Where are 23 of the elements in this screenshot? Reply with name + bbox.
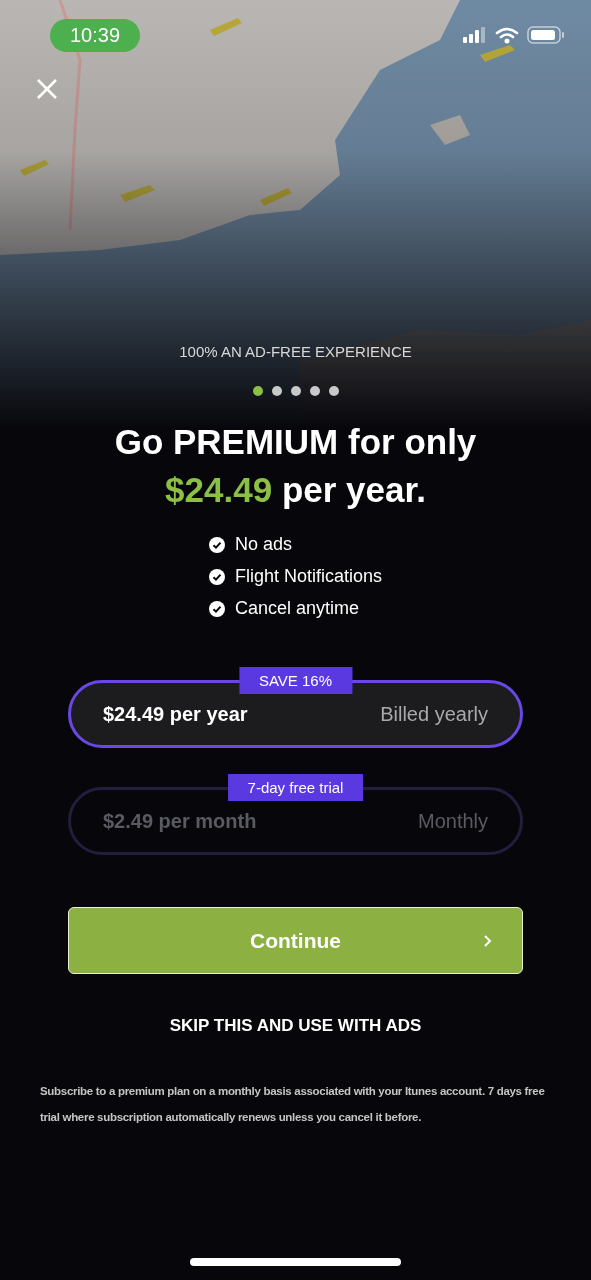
page-dot[interactable] [271, 386, 282, 396]
page-dot[interactable] [328, 386, 339, 396]
billing-period: Monthly [417, 809, 488, 833]
feature-label: Cancel anytime [234, 598, 360, 619]
plan-price: $2.49 per month [103, 809, 257, 833]
plan-tag: SAVE 16% [238, 667, 353, 694]
skip-link[interactable]: SKIP THIS AND USE WITH ADS [169, 1016, 422, 1036]
page-dot[interactable] [290, 386, 301, 396]
close-icon [36, 78, 58, 100]
legal-text: Subscribe to a premium plan on a monthly basis associated with your Itunes account. 7 days free trial where subscription automatically renews unless you cancel it before. [39, 1084, 546, 1125]
feature-caption: 100% AN AD-FREE EXPERIENCE [179, 343, 412, 360]
signal-icon [463, 27, 487, 43]
chevron-icon [483, 934, 492, 948]
wifi-icon [495, 26, 519, 44]
billing-period: Billed yearly [380, 702, 488, 726]
page-dot[interactable] [252, 386, 263, 396]
headline: Go PREMIUM for only $24.49 per year. [114, 421, 477, 511]
feature-label: No ads [234, 534, 292, 555]
feature-label: Flight Notifications [234, 566, 383, 587]
plan-tag: 7-day free trial [227, 774, 364, 801]
plan-price: $24.49 per year [103, 702, 248, 726]
page-dot[interactable] [309, 386, 320, 396]
battery-icon [527, 26, 565, 44]
